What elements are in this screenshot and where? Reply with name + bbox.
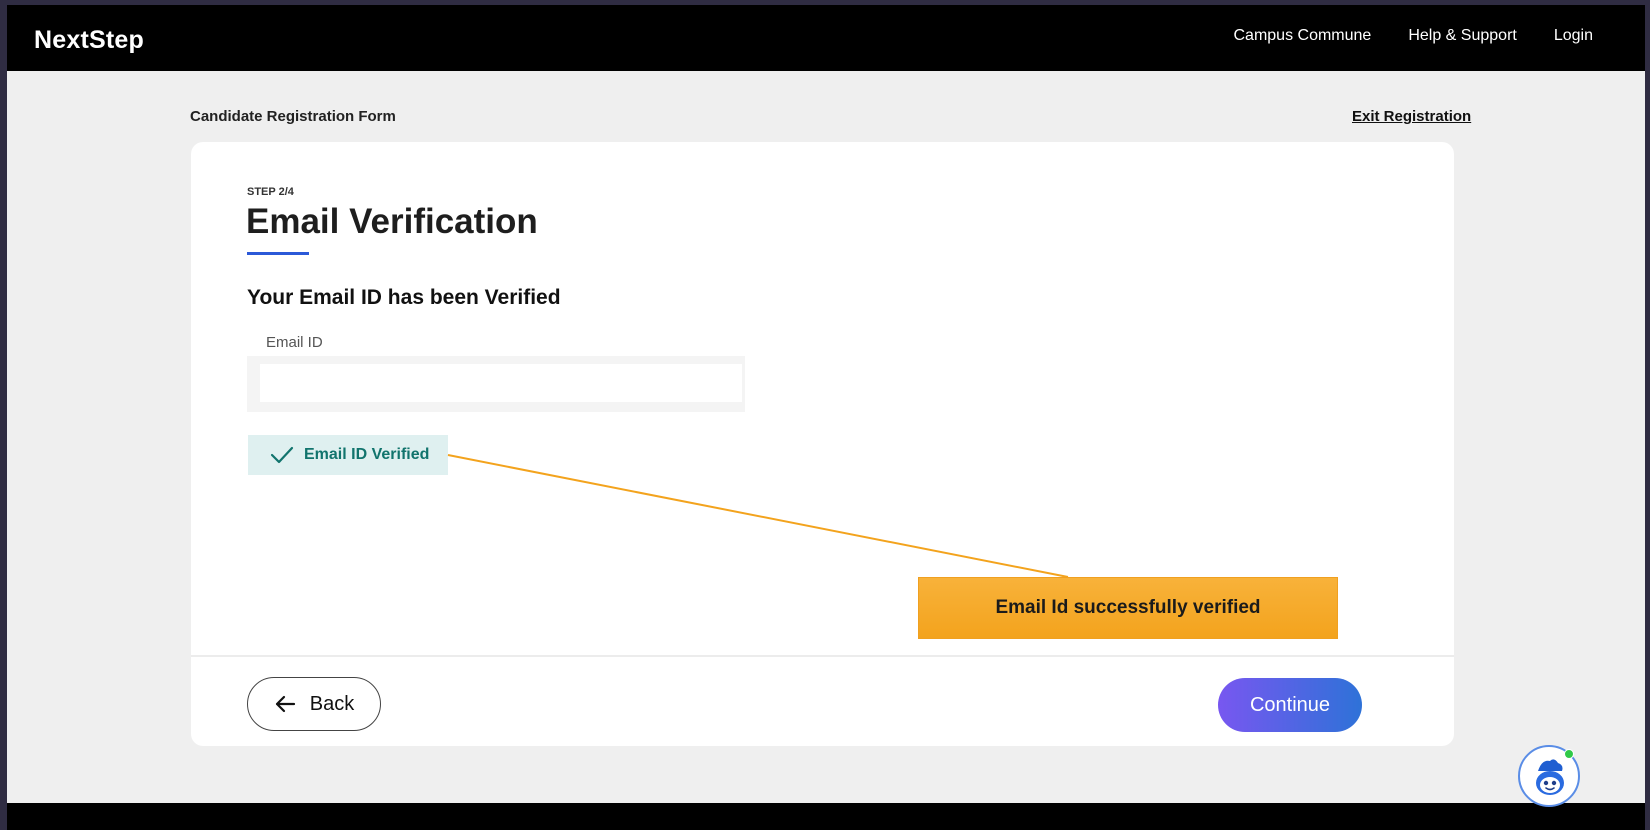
nav-help-support[interactable]: Help & Support (1408, 27, 1517, 45)
callout-text: Email Id successfully verified (995, 597, 1261, 618)
nav-campus-commune[interactable]: Campus Commune (1234, 27, 1372, 45)
email-field-wrapper (247, 356, 745, 412)
badge-label: Email ID Verified (304, 446, 430, 463)
step-indicator: STEP 2/4 (247, 186, 294, 198)
top-nav: Campus Commune Help & Support Login (1234, 27, 1594, 45)
continue-button[interactable]: Continue (1218, 678, 1362, 732)
annotation-callout: Email Id successfully verified (918, 577, 1338, 639)
email-field[interactable] (260, 364, 742, 402)
exit-registration-link[interactable]: Exit Registration (1352, 108, 1471, 125)
footer-bar (7, 803, 1645, 830)
form-title: Candidate Registration Form (190, 108, 396, 125)
email-label: Email ID (266, 334, 323, 351)
online-status-dot (1564, 749, 1574, 759)
footer-divider (191, 655, 1454, 657)
email-verified-badge: Email ID Verified (248, 435, 448, 475)
brand-logo[interactable]: NextStep (34, 26, 144, 55)
top-navbar: NextStep Campus Commune Help & Support L… (7, 5, 1645, 71)
check-icon (270, 446, 294, 464)
arrow-left-icon (275, 695, 295, 713)
page-title: Email Verification (246, 202, 538, 241)
back-label: Back (309, 692, 355, 715)
continue-label: Continue (1249, 693, 1331, 716)
verified-heading: Your Email ID has been Verified (247, 286, 561, 309)
title-underline (247, 252, 309, 255)
registration-card: STEP 2/4 Email Verification Your Email I… (191, 142, 1454, 746)
app-frame: NextStep Campus Commune Help & Support L… (7, 5, 1645, 830)
nav-login[interactable]: Login (1554, 27, 1593, 45)
back-button[interactable]: Back (247, 677, 381, 731)
